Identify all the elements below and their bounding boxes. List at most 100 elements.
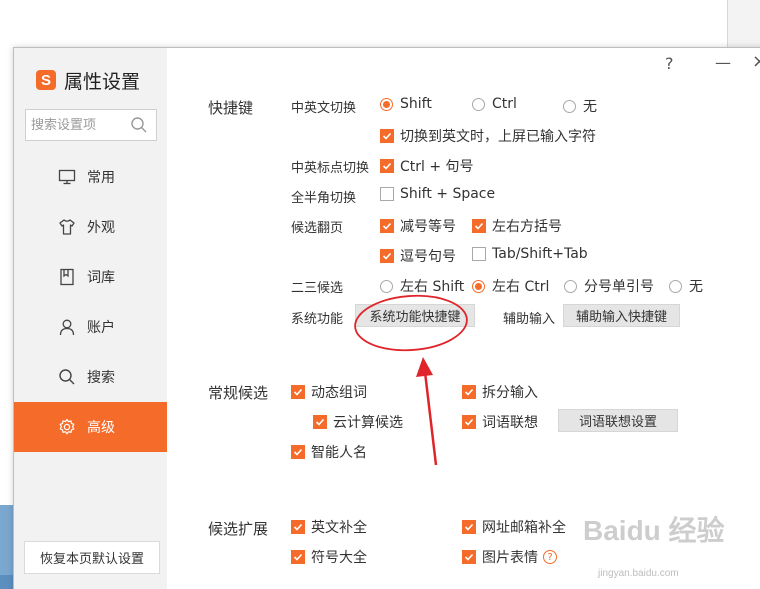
radio-semicolon-quote[interactable]: 分号单引号 [564, 276, 654, 296]
background-window-edge [727, 0, 760, 48]
system-shortcut-button[interactable]: 系统功能快捷键 [355, 304, 475, 327]
radio-button[interactable] [472, 279, 485, 293]
radio-button[interactable] [380, 97, 393, 111]
checkbox[interactable] [380, 249, 394, 263]
checkmark-icon [382, 222, 392, 230]
checkbox[interactable] [291, 385, 305, 399]
checkbox-minus-equal[interactable]: 减号等号 [380, 216, 456, 236]
punct-switch-label: 中英标点切换 [291, 161, 370, 176]
aux-input-label: 辅助输入 [503, 312, 556, 327]
desktop-taskbar-corner [0, 575, 14, 589]
option-label: 左右 Ctrl [492, 279, 550, 295]
sidebar-item-search[interactable]: 搜索 [14, 352, 167, 402]
option-label: 减号等号 [400, 219, 456, 235]
checkmark-icon [293, 523, 303, 531]
checkbox[interactable] [472, 247, 486, 261]
checkmark-icon [293, 388, 303, 396]
sidebar-item-appearance[interactable]: 外观 [14, 202, 167, 252]
checkbox[interactable] [291, 520, 305, 534]
checkbox[interactable] [462, 385, 476, 399]
radio-left-right-ctrl[interactable]: 左右 Ctrl [472, 276, 549, 296]
checkbox-image-emoji[interactable]: 图片表情? [462, 547, 557, 567]
checkmark-icon [464, 418, 474, 426]
checkmark-icon [464, 553, 474, 561]
option-label: 英文补全 [311, 520, 367, 536]
checkmark-icon [382, 252, 392, 260]
second-third-label: 二三候选 [291, 281, 344, 296]
radio-button[interactable] [564, 279, 577, 293]
sidebar-item-label: 外观 [87, 220, 115, 236]
option-label: 智能人名 [311, 445, 367, 461]
option-label: 符号大全 [311, 550, 367, 566]
checkbox-commit-on-switch[interactable]: 切换到英文时，上屏已输入字符 [380, 126, 596, 146]
option-label: 图片表情 [482, 550, 538, 566]
checkbox[interactable] [462, 550, 476, 564]
word-association-settings-button[interactable]: 词语联想设置 [558, 409, 678, 432]
checkbox[interactable] [313, 415, 327, 429]
gear-icon [59, 418, 75, 435]
checkbox[interactable] [472, 219, 486, 233]
radio-button[interactable] [563, 99, 576, 113]
checkbox-comma-period[interactable]: 逗号句号 [380, 246, 456, 266]
checkbox-smart-names[interactable]: 智能人名 [291, 442, 367, 462]
window-title: 属性设置 [64, 70, 141, 93]
help-icon[interactable]: ? [543, 550, 557, 564]
sidebar-item-advanced[interactable]: 高级 [14, 402, 167, 452]
radio-left-right-shift[interactable]: 左右 Shift [380, 276, 464, 296]
settings-search-box[interactable] [25, 109, 157, 141]
option-label: Tab/Shift+Tab [492, 246, 588, 262]
search-icon[interactable] [130, 116, 148, 134]
checkbox[interactable] [462, 520, 476, 534]
checkbox-english-complete[interactable]: 英文补全 [291, 517, 367, 537]
option-label: 分号单引号 [584, 279, 654, 295]
checkbox-cloud-candidates[interactable]: 云计算候选 [313, 412, 403, 432]
checkbox-brackets[interactable]: 左右方括号 [472, 216, 562, 236]
checkbox-dynamic-words[interactable]: 动态组词 [291, 382, 367, 402]
baidu-watermark: Baidu 经验 [583, 515, 725, 546]
checkbox[interactable] [462, 415, 476, 429]
settings-window: S 属性设置 常用 外观 词库 账户 搜索 [13, 47, 760, 589]
checkbox-punct-switch[interactable]: Ctrl + 句号 [380, 156, 474, 176]
checkbox[interactable] [380, 187, 394, 201]
checkbox[interactable] [380, 129, 394, 143]
window-brand: S 属性设置 [36, 66, 140, 94]
checkbox[interactable] [380, 219, 394, 233]
checkmark-icon [382, 132, 392, 140]
sidebar-item-label: 高级 [87, 420, 115, 436]
checkbox-split-input[interactable]: 拆分输入 [462, 382, 538, 402]
section-title-extension: 候选扩展 [208, 520, 269, 538]
sidebar-item-label: 常用 [87, 170, 115, 186]
radio-cn-en-shift[interactable]: Shift [380, 96, 432, 112]
checkbox-url-email-complete[interactable]: 网址邮箱补全 [462, 517, 566, 537]
radio-button[interactable] [472, 97, 485, 111]
checkbox[interactable] [380, 159, 394, 173]
checkmark-icon [293, 553, 303, 561]
radio-button[interactable] [380, 279, 393, 293]
option-label: Shift [400, 96, 432, 112]
checkbox-word-association[interactable]: 词语联想 [462, 412, 538, 432]
radio-button[interactable] [669, 279, 682, 293]
sidebar-item-account[interactable]: 账户 [14, 302, 167, 352]
radio-second-none[interactable]: 无 [669, 276, 703, 296]
checkbox[interactable] [291, 445, 305, 459]
sidebar-item-lexicon[interactable]: 词库 [14, 252, 167, 302]
option-label: 动态组词 [311, 385, 367, 401]
option-label: 词语联想 [482, 415, 538, 431]
section-title-candidates: 常规候选 [208, 384, 269, 402]
checkmark-icon [464, 523, 474, 531]
width-switch-label: 全半角切换 [291, 191, 357, 206]
reset-defaults-button[interactable]: 恢复本页默认设置 [24, 541, 160, 574]
radio-cn-en-ctrl[interactable]: Ctrl [472, 96, 517, 112]
checkbox-symbols[interactable]: 符号大全 [291, 547, 367, 567]
aux-input-shortcut-button[interactable]: 辅助输入快捷键 [563, 304, 680, 327]
settings-content: 快捷键 中英文切换 Shift Ctrl 无 切换到英文时，上屏已输入字符 中英… [167, 48, 760, 589]
option-label: 切换到英文时，上屏已输入字符 [400, 129, 596, 145]
checkbox[interactable] [291, 550, 305, 564]
settings-search-input[interactable] [31, 113, 127, 137]
radio-cn-en-none[interactable]: 无 [563, 96, 597, 116]
sidebar-item-common[interactable]: 常用 [14, 152, 167, 202]
option-label: 左右方括号 [492, 219, 562, 235]
checkbox-tab[interactable]: Tab/Shift+Tab [472, 246, 588, 262]
checkbox-width-switch[interactable]: Shift + Space [380, 186, 495, 202]
desktop-background [0, 0, 760, 48]
